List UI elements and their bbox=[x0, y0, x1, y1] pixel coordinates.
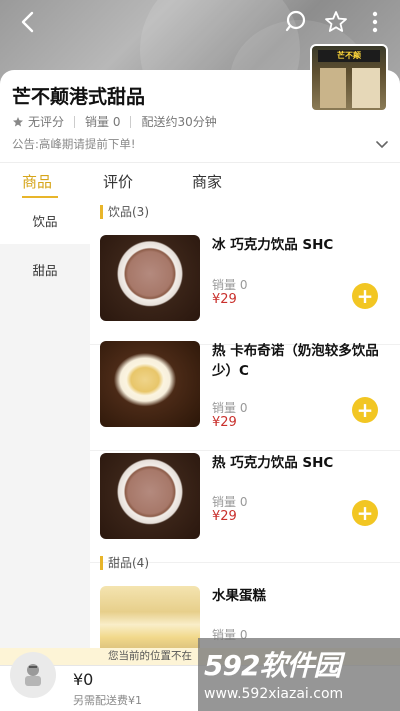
store-logo: 芒不颠 bbox=[310, 44, 388, 112]
watermark-logo-number: 592 bbox=[204, 649, 260, 682]
divider bbox=[130, 115, 132, 128]
divider bbox=[74, 115, 76, 128]
tab-reviews[interactable]: 评价 bbox=[103, 171, 133, 192]
product-price: ¥29 bbox=[212, 415, 237, 430]
product-sales: 销量 0 bbox=[212, 401, 248, 415]
category-desserts[interactable]: 甜品 bbox=[0, 249, 90, 293]
product-item[interactable]: 冰 巧克力饮品 SHC 销量 0 ¥29 + bbox=[90, 235, 400, 345]
add-to-cart-button[interactable]: + bbox=[352, 283, 378, 309]
section-title-drinks: 饮品(3) bbox=[100, 205, 149, 219]
product-name: 冰 巧克力饮品 SHC bbox=[212, 237, 334, 253]
back-icon[interactable] bbox=[14, 8, 42, 36]
product-price: ¥29 bbox=[212, 292, 237, 307]
product-image bbox=[100, 235, 200, 321]
product-price: ¥29 bbox=[212, 509, 237, 524]
product-image bbox=[100, 586, 200, 648]
category-drinks[interactable]: 饮品 bbox=[0, 200, 90, 244]
product-item[interactable]: 热 卡布奇诺（奶泡较多饮品少）C 销量 0 ¥29 + bbox=[90, 341, 400, 451]
cart-icon[interactable] bbox=[10, 652, 56, 698]
watermark-url: www.592xiazai.com bbox=[204, 686, 344, 702]
star-icon[interactable] bbox=[322, 8, 350, 36]
store-logo-sign: 芒不颠 bbox=[318, 50, 380, 62]
store-logo-window bbox=[352, 68, 380, 108]
store-delivery-time: 配送约30分钟 bbox=[141, 115, 217, 129]
section-title-desserts: 甜品(4) bbox=[100, 556, 149, 570]
cart-total: ¥0 bbox=[73, 670, 94, 689]
product-sales: 销量 0 bbox=[212, 278, 248, 292]
star-icon bbox=[12, 116, 24, 128]
product-list: 饮品(3) 冰 巧克力饮品 SHC 销量 0 ¥29 + 热 卡布奇诺（奶泡较多… bbox=[90, 200, 400, 648]
watermark-logo-text: 软件园 bbox=[259, 649, 341, 682]
store-meta: 无评分 销量 0 配送约30分钟 bbox=[12, 113, 217, 130]
watermark: 592软件园 www.592xiazai.com bbox=[198, 638, 400, 711]
store-logo-door bbox=[320, 68, 346, 108]
tab-bar: 商品 评价 商家 bbox=[0, 162, 400, 200]
product-image bbox=[100, 453, 200, 539]
product-name: 热 巧克力饮品 SHC bbox=[212, 455, 334, 471]
store-rating: 无评分 bbox=[28, 115, 65, 129]
product-item[interactable]: 热 巧克力饮品 SHC 销量 0 ¥29 + bbox=[90, 453, 400, 563]
add-to-cart-button[interactable]: + bbox=[352, 397, 378, 423]
add-to-cart-button[interactable]: + bbox=[352, 500, 378, 526]
chevron-down-icon[interactable] bbox=[376, 134, 388, 153]
search-icon[interactable] bbox=[283, 8, 311, 36]
store-sales: 销量 0 bbox=[85, 115, 121, 129]
tab-products[interactable]: 商品 bbox=[22, 171, 52, 192]
tab-active-indicator bbox=[22, 196, 58, 198]
category-sidebar: 饮品 甜品 bbox=[0, 200, 90, 648]
store-name: 芒不颠港式甜品 bbox=[12, 86, 146, 108]
product-name: 热 卡布奇诺（奶泡较多饮品少）C bbox=[212, 343, 379, 379]
product-sales: 销量 0 bbox=[212, 495, 248, 509]
tab-merchant[interactable]: 商家 bbox=[192, 171, 222, 192]
delivery-fee: 另需配送费¥1 bbox=[73, 694, 142, 707]
more-icon[interactable] bbox=[361, 8, 389, 36]
watermark-logo: 592软件园 bbox=[204, 644, 341, 684]
store-notice: 公告:高峰期请提前下单! bbox=[12, 137, 136, 151]
product-image bbox=[100, 341, 200, 427]
product-name: 水果蛋糕 bbox=[212, 588, 266, 604]
